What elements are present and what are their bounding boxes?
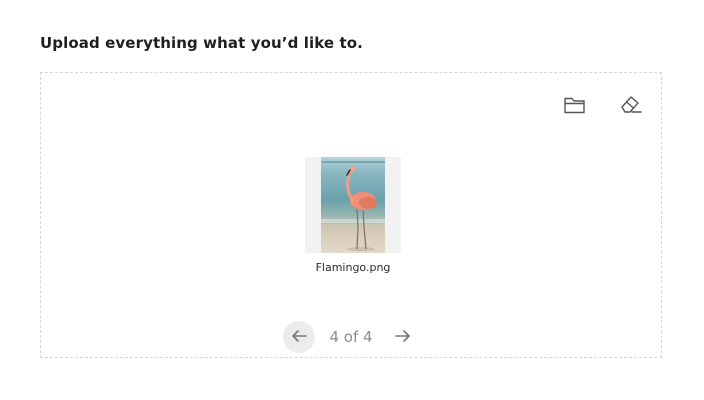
file-preview-card[interactable] bbox=[305, 157, 401, 253]
page-heading: Upload everything what you’d like to. bbox=[40, 34, 363, 52]
upload-dropzone[interactable]: Flamingo.png 4 of 4 bbox=[40, 72, 662, 358]
previous-file-button[interactable] bbox=[283, 321, 315, 353]
eraser-icon bbox=[618, 94, 644, 116]
arrow-right-icon bbox=[395, 328, 411, 347]
arrow-left-icon bbox=[291, 328, 307, 347]
pager-label: 4 of 4 bbox=[329, 328, 373, 346]
clear-files-button[interactable] bbox=[617, 91, 645, 119]
file-name-label: Flamingo.png bbox=[315, 261, 391, 274]
next-file-button[interactable] bbox=[387, 321, 419, 353]
upload-page: Upload everything what you’d like to. Fl… bbox=[0, 0, 704, 400]
folder-open-icon bbox=[563, 95, 587, 115]
flamingo-thumbnail bbox=[321, 157, 385, 253]
file-pager: 4 of 4 bbox=[283, 321, 419, 353]
browse-folder-button[interactable] bbox=[561, 91, 589, 119]
